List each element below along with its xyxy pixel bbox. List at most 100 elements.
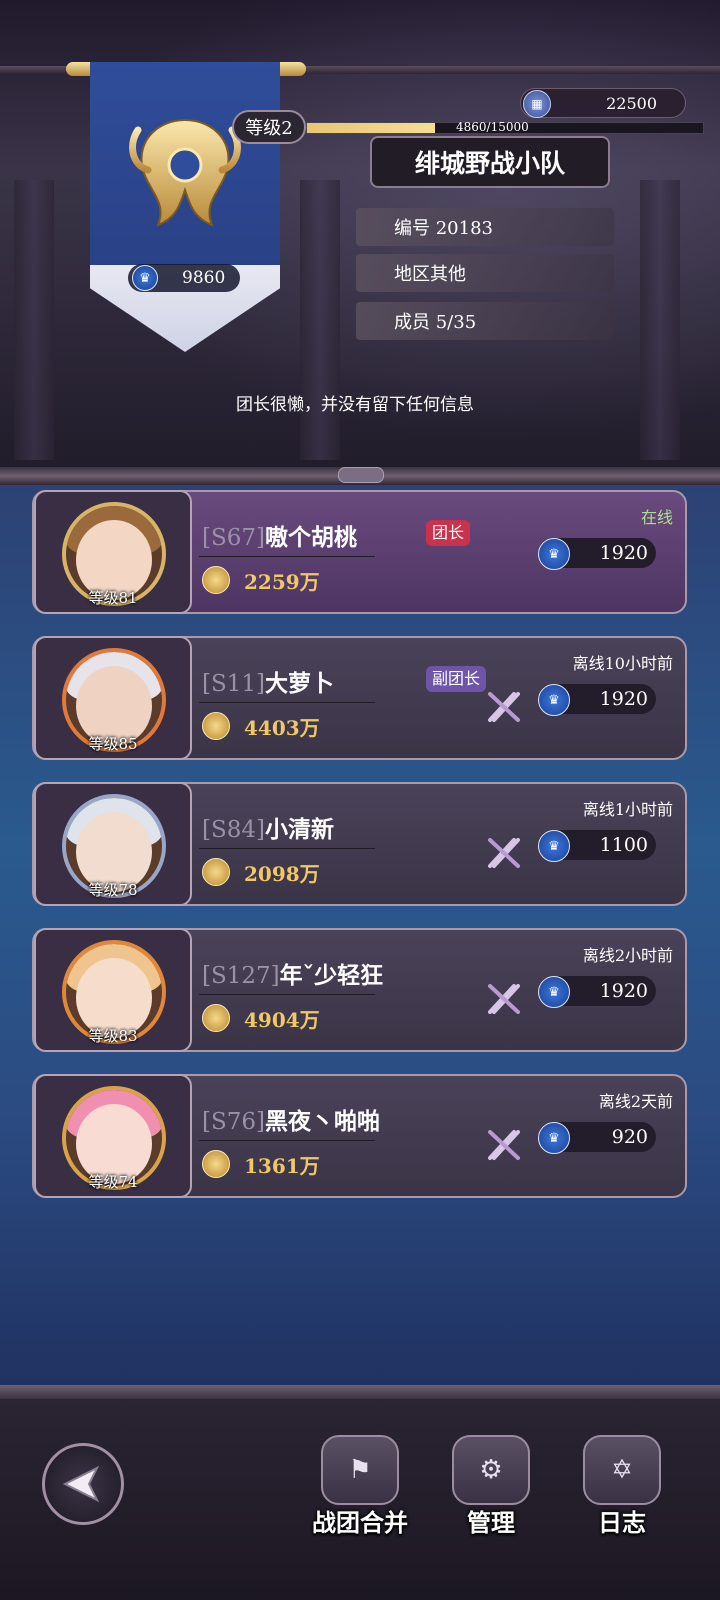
member-level: 等级83	[88, 1027, 138, 1045]
crown-icon: ♛	[132, 265, 158, 291]
member-crown-score: ♛ 1920	[538, 684, 656, 716]
merge-label: 战团合并	[312, 1508, 408, 1537]
gear-icon: ⚙	[452, 1435, 530, 1505]
crown-icon: ♛	[538, 1122, 570, 1154]
role-badge-leader: 团长	[426, 520, 471, 546]
member-name: [S76]黑夜丶啪啪	[202, 1102, 380, 1136]
member-player-name: 大萝卜	[264, 670, 334, 697]
member-player-name: 小清新	[264, 816, 334, 843]
member-crown-score: ♛ 920	[538, 1122, 656, 1154]
team-member-count: 成员 5/35	[356, 302, 614, 340]
member-level: 等级81	[88, 589, 138, 607]
manage-label: 管理	[467, 1508, 515, 1537]
member-player-name: 黑夜丶啪啪	[264, 1108, 380, 1135]
frame-ornament	[338, 467, 384, 483]
team-xp-fill	[307, 123, 436, 133]
divider	[199, 994, 375, 995]
divider	[199, 848, 375, 849]
library-pillar	[300, 180, 340, 460]
member-name: [S127]年ˇ少轻狂	[202, 956, 383, 990]
member-server: [S84]	[202, 817, 265, 843]
crown-icon: ♛	[538, 538, 570, 570]
team-header: ♛ 9860 等级2 4860/15000 ▦ 22500 绯城野战小队 编号 …	[0, 0, 720, 485]
member-player-name: 年ˇ少轻狂	[279, 962, 384, 989]
team-currency[interactable]: ▦ 22500	[520, 88, 686, 118]
team-motto: 团长很懒，并没有留下任何信息	[236, 395, 474, 415]
member-status: 在线	[640, 508, 673, 527]
member-name: [S67]嗷个胡桃	[202, 518, 357, 552]
member-power: 2259万	[244, 570, 320, 594]
merge-icon: ⚑	[321, 1435, 399, 1505]
member-card[interactable]: 等级83 [S127]年ˇ少轻狂 4904万 离线2小时前 ♛ 1920	[32, 928, 687, 1052]
member-crown-value: 1100	[599, 834, 648, 856]
member-level: 等级74	[88, 1173, 138, 1191]
divider	[199, 702, 375, 703]
library-pillar	[640, 180, 680, 460]
member-server: [S67]	[202, 525, 265, 551]
member-crown-value: 1920	[599, 542, 648, 564]
member-avatar[interactable]: 等级83	[34, 928, 192, 1052]
member-power: 4403万	[244, 716, 320, 740]
back-arrow-icon	[62, 1465, 100, 1503]
member-power: 2098万	[244, 862, 320, 886]
crown-icon: ♛	[538, 830, 570, 862]
crown-icon: ♛	[538, 684, 570, 716]
member-name: [S84]小清新	[202, 810, 334, 844]
member-status: 离线1小时前	[582, 800, 673, 819]
bottom-nav: ⚑ 战团合并 ⚙ 管理 ✡ 日志	[0, 1385, 720, 1600]
team-region: 地区其他	[356, 254, 614, 292]
member-card[interactable]: 等级81 [S67]嗷个胡桃 2259万 团长 在线 ♛ 1920	[32, 490, 687, 614]
member-power: 4904万	[244, 1008, 320, 1032]
power-icon	[202, 858, 230, 886]
member-card[interactable]: 等级74 [S76]黑夜丶啪啪 1361万 离线2天前 ♛ 920	[32, 1074, 687, 1198]
log-button[interactable]: ✡ 日志	[567, 1435, 677, 1538]
member-crown-value: 920	[611, 1126, 648, 1148]
member-crown-value: 1920	[599, 688, 648, 710]
member-level: 等级85	[88, 735, 138, 753]
member-crown-value: 1920	[599, 980, 648, 1002]
member-crown-score: ♛ 1920	[538, 976, 656, 1008]
team-crown-value: 9860	[182, 268, 226, 288]
member-level: 等级78	[88, 881, 138, 899]
log-book-icon: ✡	[583, 1435, 661, 1505]
member-avatar[interactable]: 等级85	[34, 636, 192, 760]
member-server: [S127]	[202, 963, 280, 989]
member-card[interactable]: 等级85 [S11]大萝卜 4403万 副团长 离线10小时前 ♛ 1920	[32, 636, 687, 760]
power-icon	[202, 1150, 230, 1178]
divider	[199, 556, 375, 557]
power-icon	[202, 566, 230, 594]
crown-icon: ♛	[538, 976, 570, 1008]
team-crown-score: ♛ 9860	[128, 264, 240, 292]
manage-button[interactable]: ⚙ 管理	[436, 1435, 546, 1538]
bottom-rail	[0, 1385, 720, 1399]
member-player-name: 嗷个胡桃	[264, 524, 357, 551]
member-status: 离线2天前	[598, 1092, 673, 1111]
power-icon	[202, 712, 230, 740]
member-avatar[interactable]: 等级81	[34, 490, 192, 614]
member-status: 离线10小时前	[572, 654, 673, 673]
member-crown-score: ♛ 1920	[538, 538, 656, 570]
crossed-swords-icon[interactable]	[484, 832, 524, 872]
member-name: [S11]大萝卜	[202, 664, 334, 698]
member-card[interactable]: 等级78 [S84]小清新 2098万 离线1小时前 ♛ 1100	[32, 782, 687, 906]
crossed-swords-icon[interactable]	[484, 686, 524, 726]
member-server: [S11]	[202, 671, 265, 697]
divider	[199, 1140, 375, 1141]
member-power: 1361万	[244, 1154, 320, 1178]
back-button[interactable]	[42, 1443, 124, 1525]
currency-coin-icon: ▦	[523, 90, 551, 118]
member-avatar[interactable]: 等级78	[34, 782, 192, 906]
library-pillar	[14, 180, 54, 460]
member-avatar[interactable]: 等级74	[34, 1074, 192, 1198]
team-name: 绯城野战小队	[370, 136, 610, 188]
merge-button[interactable]: ⚑ 战团合并	[305, 1435, 415, 1538]
currency-value: 22500	[606, 94, 657, 113]
member-status: 离线2小时前	[582, 946, 673, 965]
log-label: 日志	[598, 1508, 646, 1537]
member-crown-score: ♛ 1100	[538, 830, 656, 862]
crossed-swords-icon[interactable]	[484, 978, 524, 1018]
power-icon	[202, 1004, 230, 1032]
team-xp-text: 4860/15000	[456, 120, 529, 134]
member-server: [S76]	[202, 1109, 265, 1135]
crossed-swords-icon[interactable]	[484, 1124, 524, 1164]
